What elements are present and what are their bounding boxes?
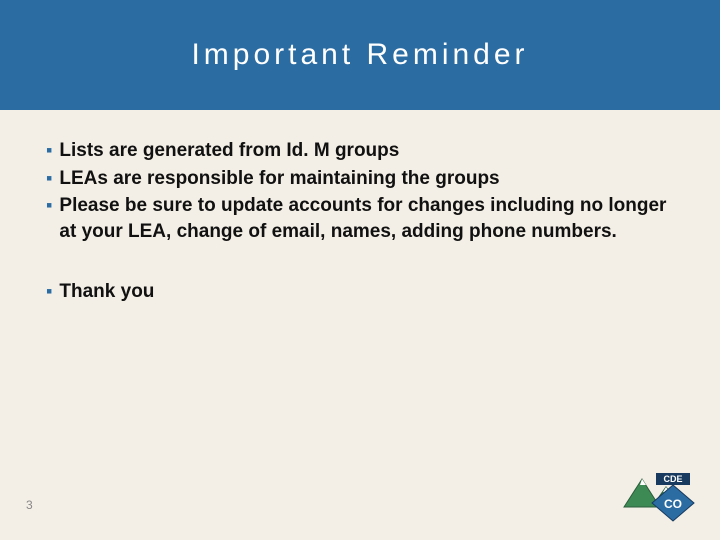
list-item: ▪ Thank you <box>46 279 674 305</box>
bullet-text: Thank you <box>59 279 674 305</box>
list-item: ▪ LEAs are responsible for maintaining t… <box>46 166 674 192</box>
logo-icon: CDE CO <box>616 463 702 525</box>
list-item: ▪ Lists are generated from Id. M groups <box>46 138 674 164</box>
page-title: Important Reminder <box>191 38 528 72</box>
bullet-text: Please be sure to update accounts for ch… <box>59 193 674 244</box>
page-number: 3 <box>26 498 33 512</box>
bullet-text: LEAs are responsible for maintaining the… <box>59 166 674 192</box>
cde-logo: CDE CO <box>616 463 702 530</box>
bullet-icon: ▪ <box>46 279 52 304</box>
logo-banner-text: CDE <box>663 474 682 484</box>
list-item: ▪ Please be sure to update accounts for … <box>46 193 674 244</box>
bullet-icon: ▪ <box>46 193 52 218</box>
content-area: ▪ Lists are generated from Id. M groups … <box>0 110 720 304</box>
bullet-icon: ▪ <box>46 138 52 163</box>
logo-badge-text: CO <box>664 497 682 511</box>
bullet-icon: ▪ <box>46 166 52 191</box>
bullet-text: Lists are generated from Id. M groups <box>59 138 674 164</box>
title-bar: Important Reminder <box>0 0 720 110</box>
bullet-group-2: ▪ Thank you <box>46 279 674 305</box>
bullet-group-1: ▪ Lists are generated from Id. M groups … <box>46 138 674 245</box>
